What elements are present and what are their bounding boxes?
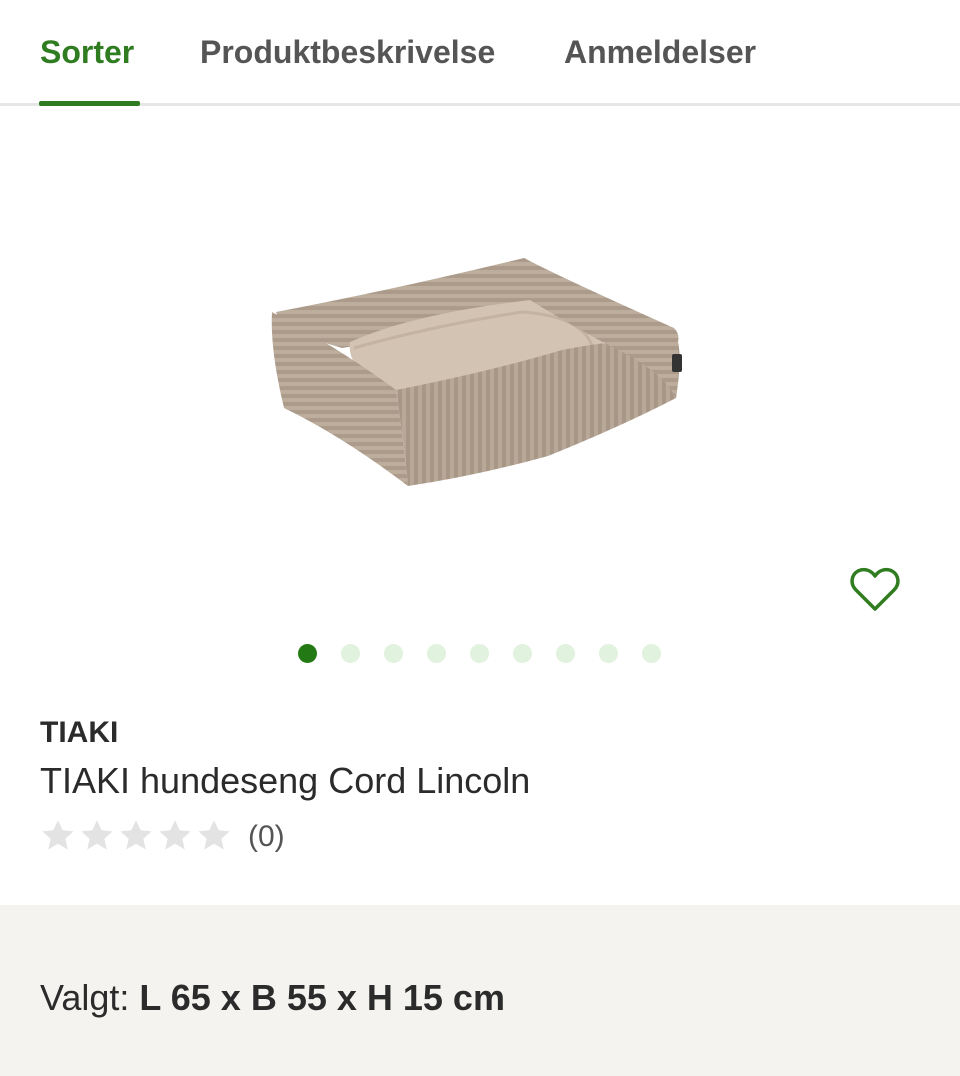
- dog-bed-illustration: [271, 258, 682, 486]
- tab-anmeldelser[interactable]: Anmeldelser: [564, 34, 756, 71]
- tab-produktbeskrivelse[interactable]: Produktbeskrivelse: [200, 34, 495, 71]
- gallery-dot-4[interactable]: [427, 644, 446, 663]
- gallery-dot-7[interactable]: [556, 644, 575, 663]
- gallery-dot-6[interactable]: [513, 644, 532, 663]
- gallery-dot-2[interactable]: [341, 644, 360, 663]
- gallery-dot-5[interactable]: [470, 644, 489, 663]
- heart-outline-icon: [850, 567, 900, 611]
- variant-selector[interactable]: Valgt: L 65 x B 55 x H 15 cm: [0, 905, 960, 1076]
- product-title: TIAKI hundeseng Cord Lincoln: [40, 760, 531, 801]
- gallery-dot-1[interactable]: [298, 644, 317, 663]
- star-rating: [40, 818, 236, 856]
- gallery-dot-9[interactable]: [642, 644, 661, 663]
- star-empty-icon: [120, 820, 152, 850]
- star-empty-icon: [198, 820, 230, 850]
- tab-sorter[interactable]: Sorter: [40, 34, 134, 71]
- product-image[interactable]: [262, 250, 702, 500]
- review-count: (0): [248, 820, 285, 853]
- selected-variant: Valgt: L 65 x B 55 x H 15 cm: [40, 977, 505, 1019]
- star-empty-icon: [159, 820, 191, 850]
- gallery-dot-3[interactable]: [384, 644, 403, 663]
- gallery-pagination: [0, 644, 960, 666]
- star-empty-icon: [81, 820, 113, 850]
- product-brand[interactable]: TIAKI: [40, 716, 118, 750]
- gallery-dot-8[interactable]: [599, 644, 618, 663]
- favorite-button[interactable]: [848, 565, 902, 615]
- active-tab-indicator: [39, 101, 140, 106]
- tab-bar: Sorter Produktbeskrivelse Anmeldelser: [0, 0, 960, 106]
- star-empty-icon: [42, 820, 74, 850]
- selected-variant-label: Valgt:: [40, 977, 130, 1018]
- selected-variant-value: L 65 x B 55 x H 15 cm: [139, 977, 505, 1018]
